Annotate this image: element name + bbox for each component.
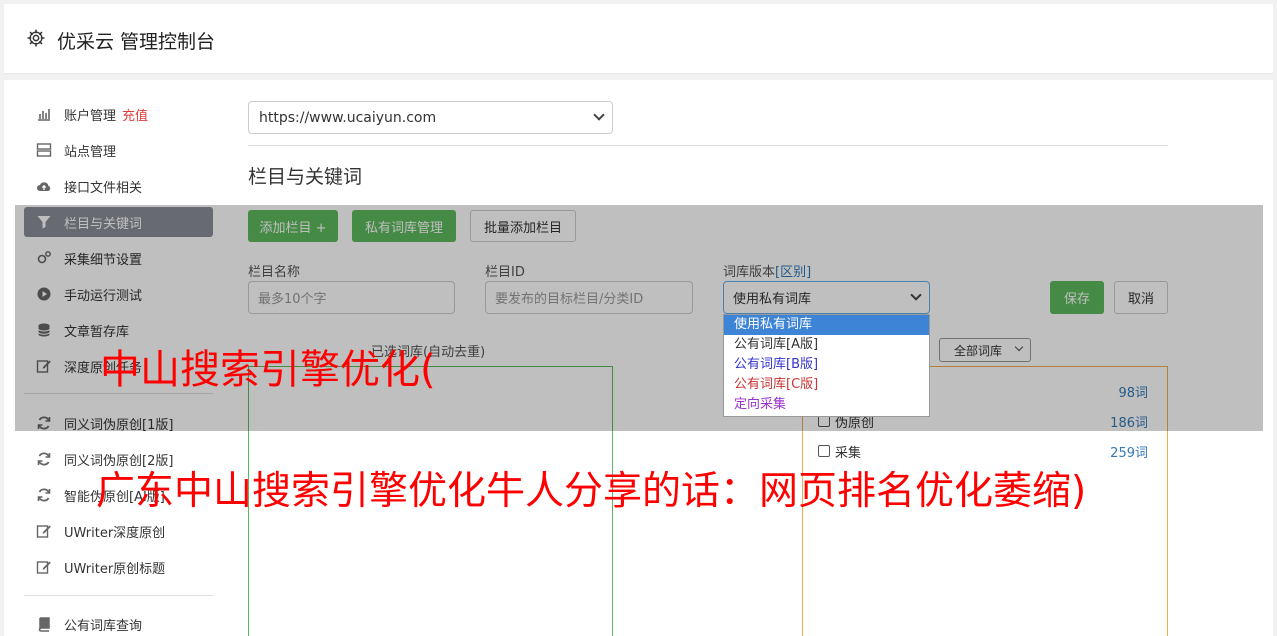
dropdown-option[interactable]: 公有词库[B版] — [724, 355, 929, 375]
sidebar-item-uwriter-deep[interactable]: UWriter深度原创 — [24, 516, 213, 546]
refresh-icon — [37, 452, 51, 466]
watermark-line-1: 中山搜索引擎优化( — [100, 347, 436, 393]
version-dropdown: 使用私有词库 公有词库[A版] 公有词库[B版] 公有词库[C版] 定向采集 — [723, 314, 930, 417]
sidebar-item-sites[interactable]: 站点管理 — [24, 135, 213, 165]
sidebar-item-label: 账户管理 — [64, 108, 117, 124]
dropdown-option[interactable]: 定向采集 — [724, 395, 929, 415]
watermark-line-2: 广东中山搜索引擎优化牛人分享的话：网页排名优化萎缩) — [96, 469, 1087, 514]
app-header: 优采云 管理控制台 — [4, 4, 1273, 74]
library-name: 采集 — [835, 445, 862, 461]
gear-icon — [27, 29, 45, 47]
sidebar-item-account[interactable]: 账户管理 充值 — [24, 99, 213, 129]
recharge-link[interactable]: 充值 — [122, 105, 148, 124]
sidebar-item-uwriter-title[interactable]: UWriter原创标题 — [24, 552, 213, 582]
site-select-value: https://www.ucaiyun.com — [259, 109, 437, 126]
server-icon — [36, 143, 52, 157]
site-select[interactable]: https://www.ucaiyun.com — [248, 101, 613, 134]
edit-icon — [36, 561, 51, 574]
app-title: 优采云 管理控制台 — [57, 31, 216, 53]
sidebar-item-label: 站点管理 — [64, 144, 117, 160]
dim-overlay — [15, 205, 1263, 431]
chevron-down-icon — [593, 109, 605, 121]
refresh-icon — [37, 488, 51, 502]
page-title: 栏目与关键词 — [248, 166, 363, 188]
dropdown-option[interactable]: 公有词库[A版] — [724, 335, 929, 355]
sidebar-item-public-lib[interactable]: 公有词库查询 — [24, 609, 213, 636]
sidebar-item-label: 同义词伪原创[2版] — [64, 453, 174, 469]
sidebar-item-label: UWriter原创标题 — [64, 561, 166, 577]
divider — [248, 145, 1168, 146]
sidebar-item-label: 接口文件相关 — [64, 180, 143, 196]
dropdown-option[interactable]: 公有词库[C版] — [724, 375, 929, 395]
bar-chart-icon — [38, 109, 50, 121]
edit-icon — [36, 525, 51, 538]
cloud-upload-icon — [37, 182, 51, 191]
sidebar-item-label: UWriter深度原创 — [64, 525, 166, 541]
sidebar-divider — [24, 595, 213, 596]
library-checkbox[interactable] — [818, 445, 830, 457]
sidebar-item-label: 公有词库查询 — [64, 618, 143, 634]
library-count: 259词 — [1110, 445, 1148, 461]
sidebar-item-interface[interactable]: 接口文件相关 — [24, 171, 213, 201]
dropdown-option[interactable]: 使用私有词库 — [724, 315, 929, 335]
list-item[interactable]: 采集 259词 — [818, 441, 1148, 461]
book-icon — [38, 617, 50, 632]
